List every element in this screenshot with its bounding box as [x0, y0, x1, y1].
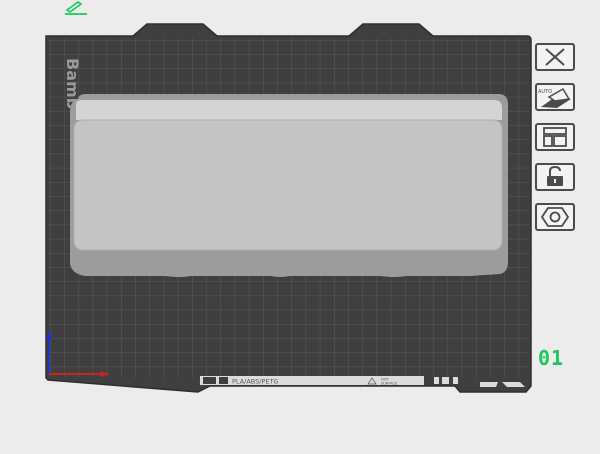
model-top-face [73, 119, 503, 251]
auto-orient-icon-text: AUTO [538, 89, 552, 95]
delete-plate-button[interactable] [535, 43, 575, 71]
surface-line2-text: SURFACE [381, 382, 398, 386]
hexagon-nut-icon [541, 206, 569, 228]
filament-types-text: PLA/ABS/PETG [232, 378, 278, 386]
auto-orient-button[interactable]: AUTO [535, 83, 575, 111]
edit-plate-name-icon[interactable] [62, 0, 88, 20]
lock-plate-button[interactable] [535, 163, 575, 191]
build-plate-viewport[interactable]: Bamb PLA/ABS/PETG HOT SURFACE [0, 0, 600, 454]
3d-model[interactable] [70, 94, 508, 277]
plate-settings-button[interactable] [535, 203, 575, 231]
arrange-icon [542, 126, 568, 148]
unlocked-padlock-icon [543, 166, 567, 188]
plate-number: 01 [538, 346, 565, 370]
close-x-icon [544, 47, 566, 67]
model-top-rim [76, 100, 502, 120]
auto-orient-icon: AUTO [537, 85, 573, 109]
arrange-button[interactable] [535, 123, 575, 151]
